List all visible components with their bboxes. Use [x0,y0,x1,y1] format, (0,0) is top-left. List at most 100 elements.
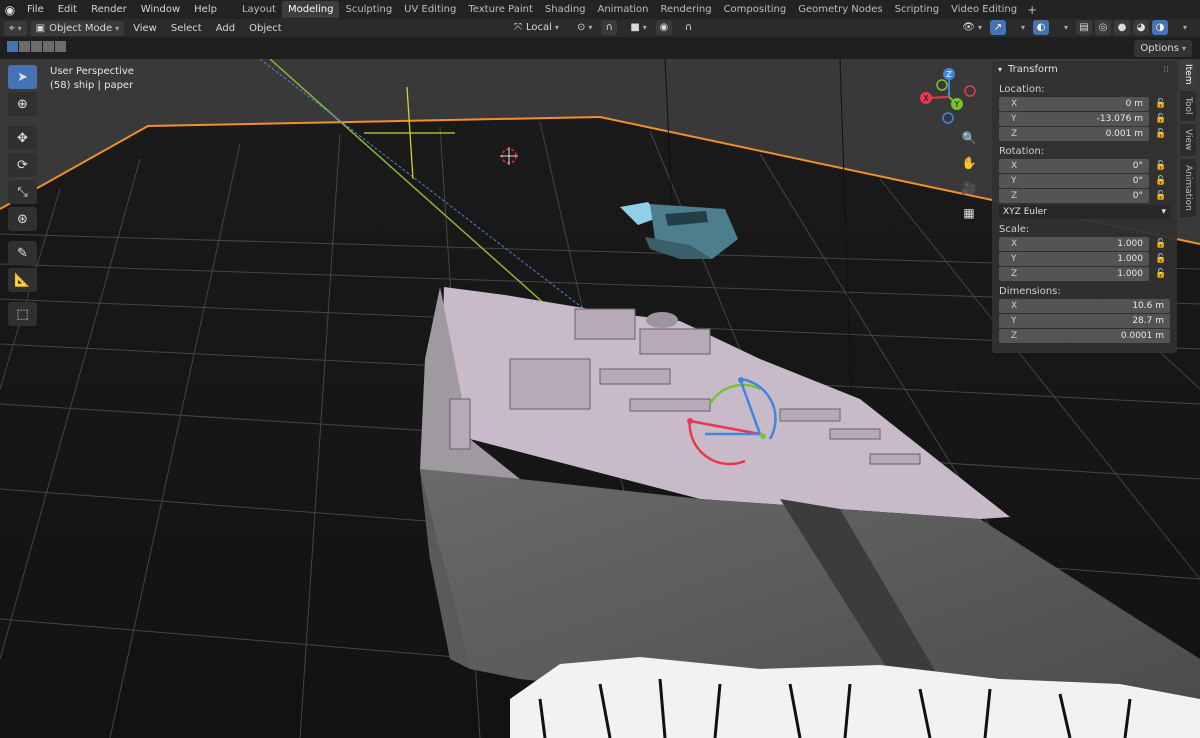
tab-compositing[interactable]: Compositing [718,1,793,18]
orientation-dropdown[interactable]: ⤧ Local ▾ [509,20,564,35]
select-box-tool[interactable]: ➤ [8,65,37,89]
pan-button[interactable]: ✋ [959,153,979,173]
lock-icon[interactable]: 🔓 [1153,254,1169,264]
tab-rendering[interactable]: Rendering [654,1,717,18]
tab-uv-editing[interactable]: UV Editing [398,1,462,18]
menu-render[interactable]: Render [84,0,134,19]
rotation-x-field[interactable]: X 0° [999,159,1149,173]
dimensions-x-field[interactable]: X 10.6 m [999,299,1170,313]
dimensions-y-field[interactable]: Y 28.7 m [999,314,1170,328]
gizmo-toggle[interactable]: ↗ [989,20,1006,35]
navigation-gizmo[interactable]: Z Y X [915,66,985,128]
tab-shading[interactable]: Shading [539,1,592,18]
sidetab-item[interactable]: Item [1180,60,1196,88]
location-x-field[interactable]: X 0 m [999,97,1149,111]
select-new-icon[interactable] [7,41,18,52]
scale-tool[interactable]: ⤡ [8,180,37,204]
perspective-toggle-button[interactable]: ▦ [959,203,979,223]
rotation-y-field[interactable]: Y 0° [999,174,1149,188]
lock-icon[interactable]: 🔓 [1153,239,1169,249]
shading-rendered[interactable]: ◑ [1151,20,1168,35]
field-value: 0° [1132,176,1143,186]
options-dropdown[interactable]: Options ▾ [1134,40,1192,57]
menu-view[interactable]: View [128,21,162,36]
shading-wireframe[interactable]: ◎ [1094,20,1111,35]
lock-icon[interactable]: 🔓 [1153,176,1169,186]
tab-sculpting[interactable]: Sculpting [339,1,398,18]
tab-animation[interactable]: Animation [592,1,655,18]
proportional-edit-toggle[interactable]: ◉ [655,20,672,35]
rotation-mode-dropdown[interactable]: XYZ Euler ▾ [999,205,1170,219]
location-z-field[interactable]: Z 0.001 m [999,127,1149,141]
annotate-tool[interactable]: ✎ [8,241,37,265]
tab-texture-paint[interactable]: Texture Paint [462,1,539,18]
menu-window[interactable]: Window [134,0,187,19]
cursor-tool[interactable]: ⊕ [8,92,37,116]
lock-icon[interactable]: 🔓 [1153,191,1169,201]
chevron-down-icon: ▾ [1161,207,1166,217]
sidetab-view[interactable]: View [1180,124,1196,156]
select-extend-icon[interactable] [19,41,30,52]
rotate-tool[interactable]: ⟳ [8,153,37,177]
move-tool[interactable]: ✥ [8,126,37,150]
falloff-dropdown[interactable]: ∩ [680,20,697,35]
lock-icon[interactable]: 🔓 [1153,269,1169,279]
tab-scripting[interactable]: Scripting [889,1,945,18]
tab-layout[interactable]: Layout [236,1,282,18]
gizmo-dropdown[interactable]: ▾ [1013,20,1030,35]
xray-toggle[interactable]: ▤ [1075,20,1092,35]
menu-object[interactable]: Object [244,21,287,36]
transform-panel-header[interactable]: ▾ Transform ⁞⁞ [992,61,1177,79]
shading-solid[interactable]: ● [1113,20,1130,35]
tab-geometry-nodes[interactable]: Geometry Nodes [792,1,888,18]
zoom-button[interactable]: 🔍 [959,128,979,148]
menu-edit[interactable]: Edit [51,0,84,19]
scale-z-field[interactable]: Z 1.000 [999,267,1149,281]
add-workspace-button[interactable]: + [1023,3,1041,17]
rotation-mode-label: XYZ Euler [1003,207,1047,217]
overlays-dropdown[interactable]: ▾ [1056,20,1073,35]
measure-tool[interactable]: 📐 [8,268,37,292]
cursor-arrow-icon: ➤ [17,69,28,85]
rotation-z-field[interactable]: Z 0° [999,189,1149,203]
add-cube-tool[interactable]: ⬚ [8,302,37,326]
lock-icon[interactable]: 🔓 [1153,161,1169,171]
material-sphere-icon: ◕ [1136,22,1146,33]
drag-grip-icon[interactable]: ⁞⁞ [1163,61,1169,79]
snap-target-dropdown[interactable]: ■ ▾ [625,20,651,35]
snap-toggle[interactable]: ∩ [601,20,618,35]
lock-icon[interactable]: 🔓 [1153,129,1169,139]
sidetab-tool[interactable]: Tool [1180,91,1196,121]
menu-file[interactable]: File [20,0,51,19]
transform-tool[interactable]: ⊛ [8,207,37,231]
tab-modeling[interactable]: Modeling [281,1,340,18]
shading-dropdown[interactable]: ▾ [1175,20,1192,35]
scale-x-field[interactable]: X 1.000 [999,237,1149,251]
lock-icon[interactable]: 🔓 [1153,114,1169,124]
rotation-label: Rotation: [999,146,1045,157]
pivot-dropdown[interactable]: ⊙ ▾ [572,20,597,35]
menu-add[interactable]: Add [211,21,240,36]
top-menu-bar: ◉ File Edit Render Window Help Layout Mo… [0,0,1200,19]
menu-select[interactable]: Select [166,21,207,36]
overlays-toggle[interactable]: ◐ [1032,20,1049,35]
editor-type-dropdown[interactable]: ⌖ ▾ [4,20,27,36]
blender-logo-icon[interactable]: ◉ [0,0,20,19]
dimensions-z-field[interactable]: Z 0.0001 m [999,329,1170,343]
shading-material[interactable]: ◕ [1132,20,1149,35]
mode-dropdown[interactable]: ▣ Object Mode ▾ [30,20,125,36]
location-y-field[interactable]: Y -13.076 m [999,112,1149,126]
sidetab-animation[interactable]: Animation [1180,159,1196,217]
proportional-icon: ◉ [659,22,669,33]
tab-video-editing[interactable]: Video Editing [945,1,1023,18]
chevron-down-icon: ▾ [1020,23,1025,32]
visibility-dropdown[interactable]: 👁 ▾ [957,20,987,35]
menu-help[interactable]: Help [187,0,224,19]
select-intersect-icon[interactable] [55,41,66,52]
dimensions-y-row: Y 28.7 m [999,314,1177,328]
lock-icon[interactable]: 🔓 [1153,99,1169,109]
select-invert-icon[interactable] [43,41,54,52]
scale-y-field[interactable]: Y 1.000 [999,252,1149,266]
select-subtract-icon[interactable] [31,41,42,52]
camera-view-button[interactable]: 🎥 [959,178,979,198]
